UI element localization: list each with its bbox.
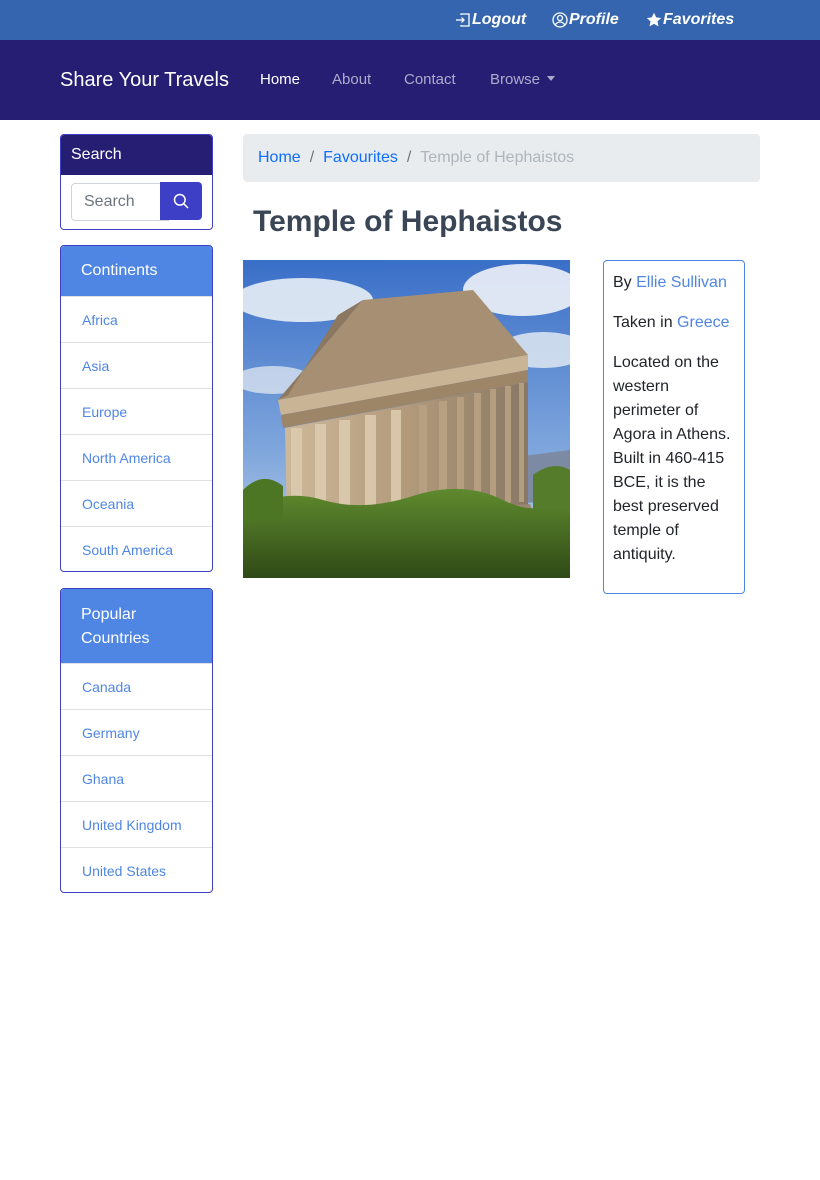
- top-utility-bar: Logout Profile Favorites: [0, 0, 820, 40]
- popular-countries-title: Popular Countries: [61, 589, 212, 663]
- profile-link[interactable]: Profile: [552, 0, 619, 40]
- continent-item[interactable]: North America: [61, 434, 212, 480]
- popular-countries-card: Popular Countries Canada Germany Ghana U…: [60, 588, 213, 893]
- main-navbar: Share Your Travels Home About Contact Br…: [0, 40, 820, 120]
- search-icon: [173, 193, 189, 209]
- breadcrumb-home[interactable]: Home: [258, 149, 301, 167]
- search-input[interactable]: [71, 183, 169, 221]
- continent-item[interactable]: Asia: [61, 342, 212, 388]
- temple-photo-image: [243, 260, 570, 578]
- brand-logo[interactable]: Share Your Travels: [60, 40, 229, 120]
- continent-item[interactable]: Europe: [61, 388, 212, 434]
- search-card-title: Search: [61, 135, 212, 175]
- taken-prefix: Taken in: [613, 314, 673, 331]
- nav-home[interactable]: Home: [260, 40, 300, 120]
- profile-icon: [552, 12, 568, 28]
- country-item[interactable]: Canada: [61, 663, 212, 709]
- continent-item[interactable]: Oceania: [61, 480, 212, 526]
- logout-link[interactable]: Logout: [455, 0, 526, 40]
- profile-label: Profile: [569, 11, 619, 28]
- photo-details: By Ellie Sullivan Taken in Greece Locate…: [603, 260, 745, 594]
- favorites-link[interactable]: Favorites: [646, 0, 734, 40]
- country-item[interactable]: United States: [61, 847, 212, 892]
- breadcrumb-favourites[interactable]: Favourites: [323, 149, 398, 167]
- logout-icon: [456, 13, 470, 27]
- continent-item[interactable]: South America: [61, 526, 212, 571]
- by-prefix: By: [613, 274, 632, 291]
- continents-title: Continents: [61, 246, 212, 296]
- breadcrumb: Home / Favourites / Temple of Hephaistos: [243, 134, 760, 182]
- page-title: Temple of Hephaistos: [253, 205, 563, 238]
- favorites-label: Favorites: [663, 11, 735, 28]
- breadcrumb-current: Temple of Hephaistos: [420, 149, 575, 166]
- continents-card: Continents Africa Asia Europe North Amer…: [60, 245, 213, 572]
- country-item[interactable]: Ghana: [61, 755, 212, 801]
- star-icon: [646, 12, 662, 27]
- nav-about[interactable]: About: [332, 40, 371, 120]
- temple-photo: [243, 260, 570, 578]
- nav-contact[interactable]: Contact: [404, 40, 456, 120]
- country-item[interactable]: United Kingdom: [61, 801, 212, 847]
- nav-browse-dropdown[interactable]: Browse: [490, 40, 556, 120]
- breadcrumb-separator: /: [406, 149, 412, 166]
- caret-down-icon: [547, 76, 556, 81]
- country-link[interactable]: Greece: [677, 314, 729, 331]
- photo-description: Located on the western perimeter of Agor…: [613, 354, 731, 563]
- logout-label: Logout: [472, 11, 527, 28]
- author-link[interactable]: Ellie Sullivan: [636, 274, 727, 291]
- breadcrumb-separator: /: [309, 149, 315, 166]
- continent-item[interactable]: Africa: [61, 296, 212, 342]
- country-item[interactable]: Germany: [61, 709, 212, 755]
- nav-browse-label: Browse: [490, 71, 541, 88]
- search-button[interactable]: [160, 182, 202, 220]
